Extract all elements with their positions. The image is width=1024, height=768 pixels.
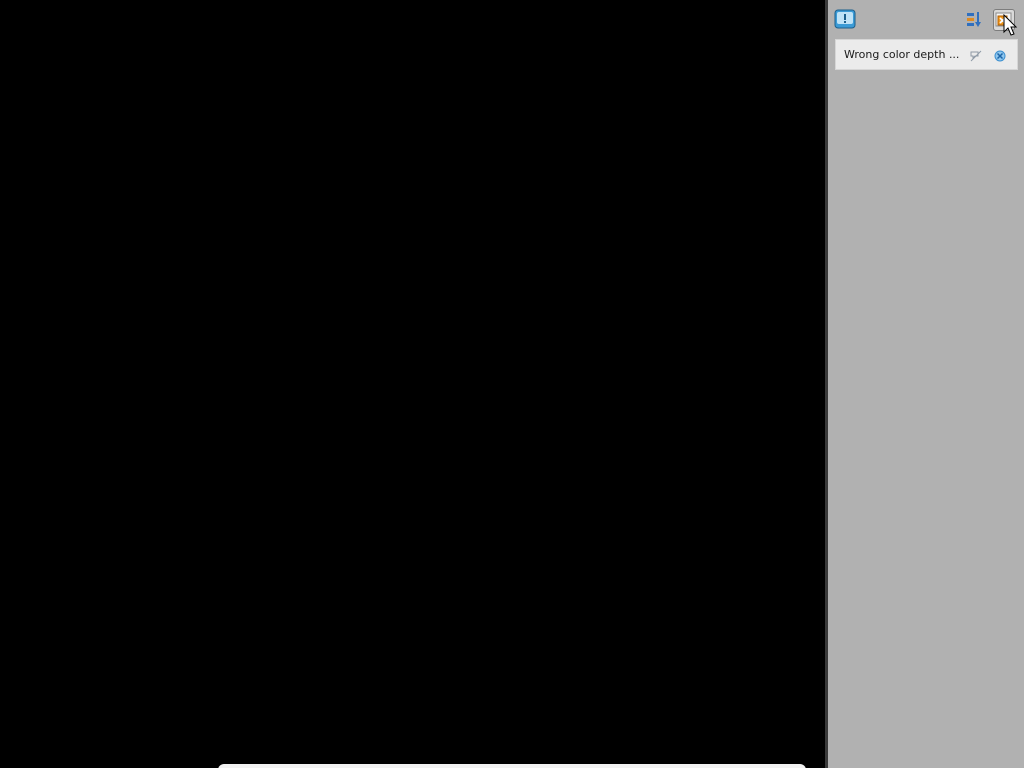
hide-panel-icon[interactable]: [964, 9, 986, 31]
close-all-icon[interactable]: [993, 9, 1015, 31]
guest-display[interactable]: [0, 0, 825, 768]
notification-center-toolbar: [828, 6, 1024, 34]
dismiss-icon[interactable]: [993, 48, 1007, 62]
mute-icon[interactable]: [969, 48, 983, 62]
mini-toolbar-edge[interactable]: [218, 764, 806, 768]
message-balloon-icon[interactable]: [834, 9, 856, 31]
notification-message: Wrong color depth ...: [844, 48, 960, 61]
notification-center-panel: Wrong color depth ...: [825, 0, 1024, 768]
vm-screen: Wrong color depth ...: [0, 0, 1024, 768]
notification-item[interactable]: Wrong color depth ...: [835, 39, 1018, 70]
